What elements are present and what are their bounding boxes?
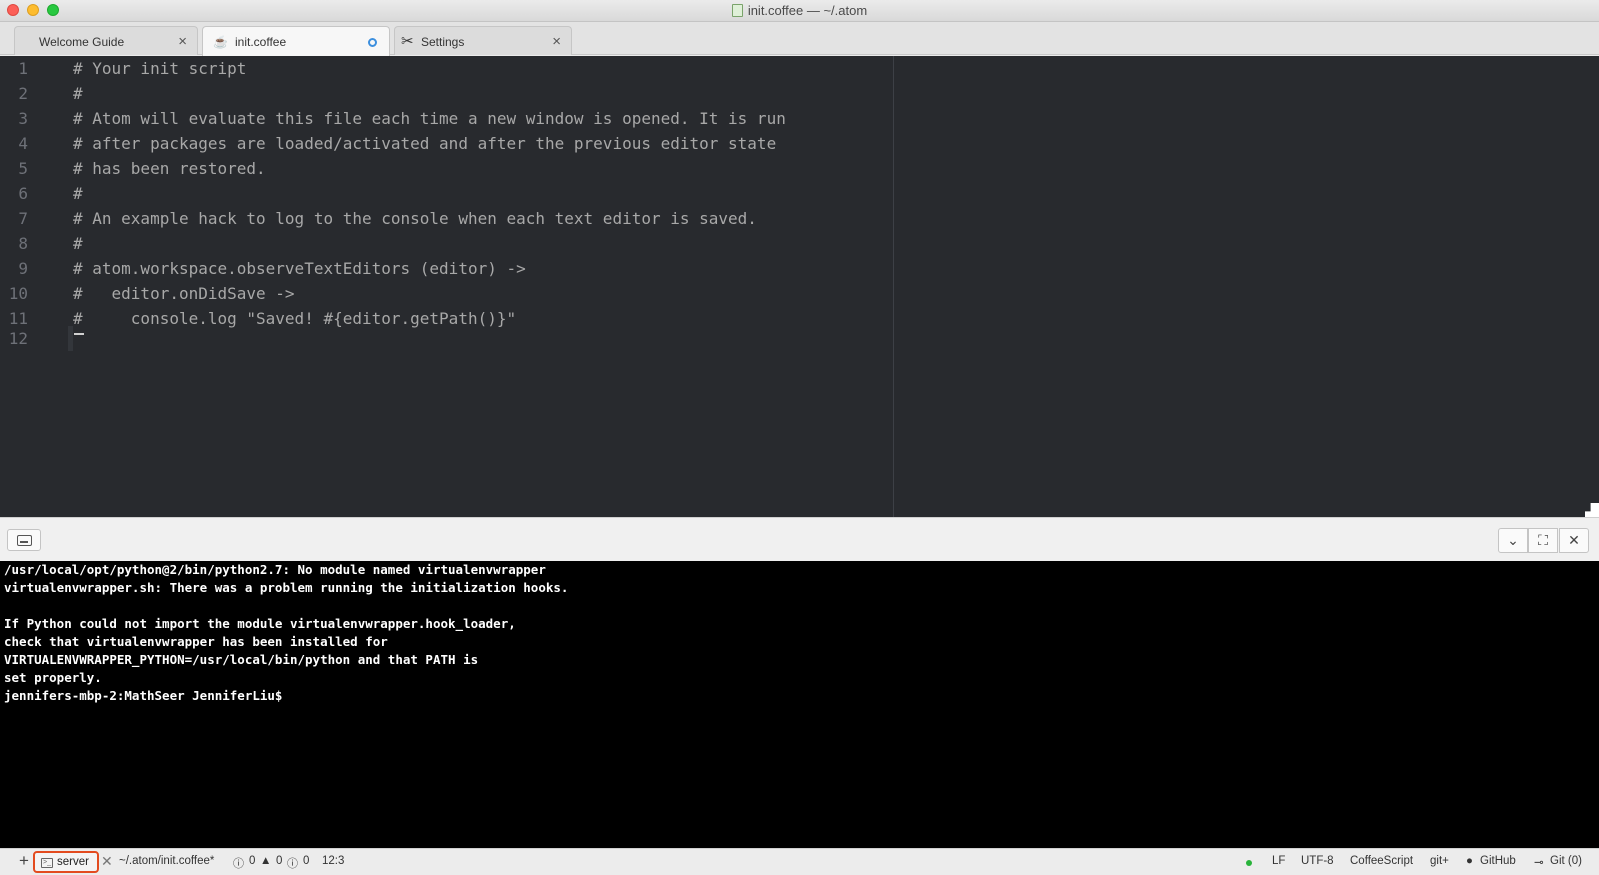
error-count[interactable]: 0: [249, 855, 255, 867]
terminal-prompt[interactable]: jennifers-mbp-2:MathSeer JenniferLiu$: [4, 687, 282, 705]
terminal-tab-label: server: [57, 856, 89, 868]
tab-bar: Welcome Guide × ☕ init.coffee ✂ Settings…: [0, 22, 1599, 56]
terminal-line: virtualenvwrapper.sh: There was a proble…: [4, 580, 569, 595]
line-number: 1: [18, 59, 28, 78]
text-cursor: [74, 333, 84, 335]
code-line[interactable]: # console.log "Saved! #{editor.getPath()…: [73, 306, 516, 331]
line-number: 8: [18, 234, 28, 253]
modified-indicator-icon[interactable]: [368, 38, 377, 47]
line-number: 7: [18, 209, 28, 228]
window-title: init.coffee — ~/.atom: [0, 3, 1599, 18]
encoding[interactable]: UTF-8: [1301, 855, 1334, 867]
line-number: 2: [18, 84, 28, 103]
code-line[interactable]: #: [73, 231, 83, 256]
line-number: 6: [18, 184, 28, 203]
close-terminal-tab-icon[interactable]: ✕: [101, 853, 113, 870]
terminal-panel-header: ⌄ ⛶ ✕: [0, 517, 1599, 561]
terminal-line: /usr/local/opt/python@2/bin/python2.7: N…: [4, 562, 546, 577]
terminal-tab-server[interactable]: >_ server: [33, 851, 99, 873]
tab-welcome-guide[interactable]: Welcome Guide ×: [14, 26, 198, 55]
code-line[interactable]: # Atom will evaluate this file each time…: [73, 106, 786, 131]
terminal-output[interactable]: /usr/local/opt/python@2/bin/python2.7: N…: [0, 561, 1599, 848]
github-button[interactable]: GitHub: [1480, 855, 1516, 867]
tab-label: init.coffee: [235, 35, 287, 49]
code-line[interactable]: # has been restored.: [73, 156, 266, 181]
github-icon: ●: [1466, 855, 1473, 867]
terminal-line: VIRTUALENVWRAPPER_PYTHON=/usr/local/bin/…: [4, 652, 479, 667]
git-plus[interactable]: git+: [1430, 855, 1449, 867]
git-commit-icon: ⊸: [1534, 857, 1544, 869]
resize-handle[interactable]: [1585, 503, 1599, 517]
tab-label: Welcome Guide: [39, 35, 125, 49]
maximize-icon: ⛶: [1538, 532, 1548, 548]
coffee-file-icon: [731, 4, 743, 17]
tab-init-coffee[interactable]: ☕ init.coffee: [202, 26, 390, 56]
keyboard-input-button[interactable]: [7, 529, 41, 551]
terminal-icon: >_: [41, 858, 53, 868]
code-line[interactable]: #: [73, 181, 83, 206]
title-bar: init.coffee — ~/.atom: [0, 0, 1599, 22]
coffee-cup-icon: ☕: [213, 35, 228, 49]
line-number: 12: [8, 329, 28, 348]
cursor-position[interactable]: 12:3: [322, 855, 344, 867]
close-icon: ✕: [1568, 532, 1580, 548]
new-terminal-button[interactable]: +: [19, 851, 29, 871]
code-line[interactable]: # An example hack to log to the console …: [73, 206, 757, 231]
maximize-terminal-button[interactable]: ⛶: [1528, 528, 1558, 553]
git-button[interactable]: Git (0): [1550, 855, 1582, 867]
close-icon[interactable]: ×: [178, 33, 187, 50]
tab-label: Settings: [421, 35, 465, 49]
code-line[interactable]: # after packages are loaded/activated an…: [73, 131, 776, 156]
info-count[interactable]: 0: [303, 855, 309, 867]
line-number: 4: [18, 134, 28, 153]
terminal-line: set properly.: [4, 670, 102, 685]
line-number: 10: [8, 284, 28, 303]
error-icon[interactable]: ⓘ: [233, 855, 244, 871]
tools-icon: ✂: [401, 33, 414, 50]
wrap-guide: [893, 56, 894, 517]
warning-icon[interactable]: ▲: [260, 855, 271, 867]
terminal-line: If Python could not import the module vi…: [4, 616, 516, 631]
keyboard-icon: [17, 535, 32, 546]
code-line[interactable]: #: [73, 81, 83, 106]
close-terminal-button[interactable]: ✕: [1559, 528, 1589, 553]
info-icon[interactable]: ⓘ: [287, 855, 298, 871]
window-title-text: init.coffee — ~/.atom: [747, 3, 868, 18]
status-bar: + >_ server ✕ ~/.atom/init.coffee* ⓘ 0 ▲…: [0, 848, 1599, 875]
code-line[interactable]: # editor.onDidSave ->: [73, 281, 295, 306]
terminal-line: check that virtualenvwrapper has been in…: [4, 634, 388, 649]
status-dot-icon: [1246, 860, 1252, 866]
line-number: 3: [18, 109, 28, 128]
close-icon[interactable]: ×: [552, 33, 561, 50]
hide-terminal-button[interactable]: ⌄: [1498, 528, 1528, 553]
file-path[interactable]: ~/.atom/init.coffee*: [119, 855, 214, 867]
code-line[interactable]: # atom.workspace.observeTextEditors (edi…: [73, 256, 526, 281]
line-ending[interactable]: LF: [1272, 855, 1285, 867]
grammar[interactable]: CoffeeScript: [1350, 855, 1413, 867]
code-line[interactable]: # Your init script: [73, 56, 246, 81]
warning-count[interactable]: 0: [276, 855, 282, 867]
code-editor[interactable]: 1 2 3 4 5 6 7 8 9 10 11 12 # Your init s…: [0, 56, 1599, 517]
line-number: 9: [18, 259, 28, 278]
chevron-down-icon: ⌄: [1507, 532, 1519, 548]
tab-settings[interactable]: ✂ Settings ×: [394, 26, 572, 55]
line-number: 5: [18, 159, 28, 178]
